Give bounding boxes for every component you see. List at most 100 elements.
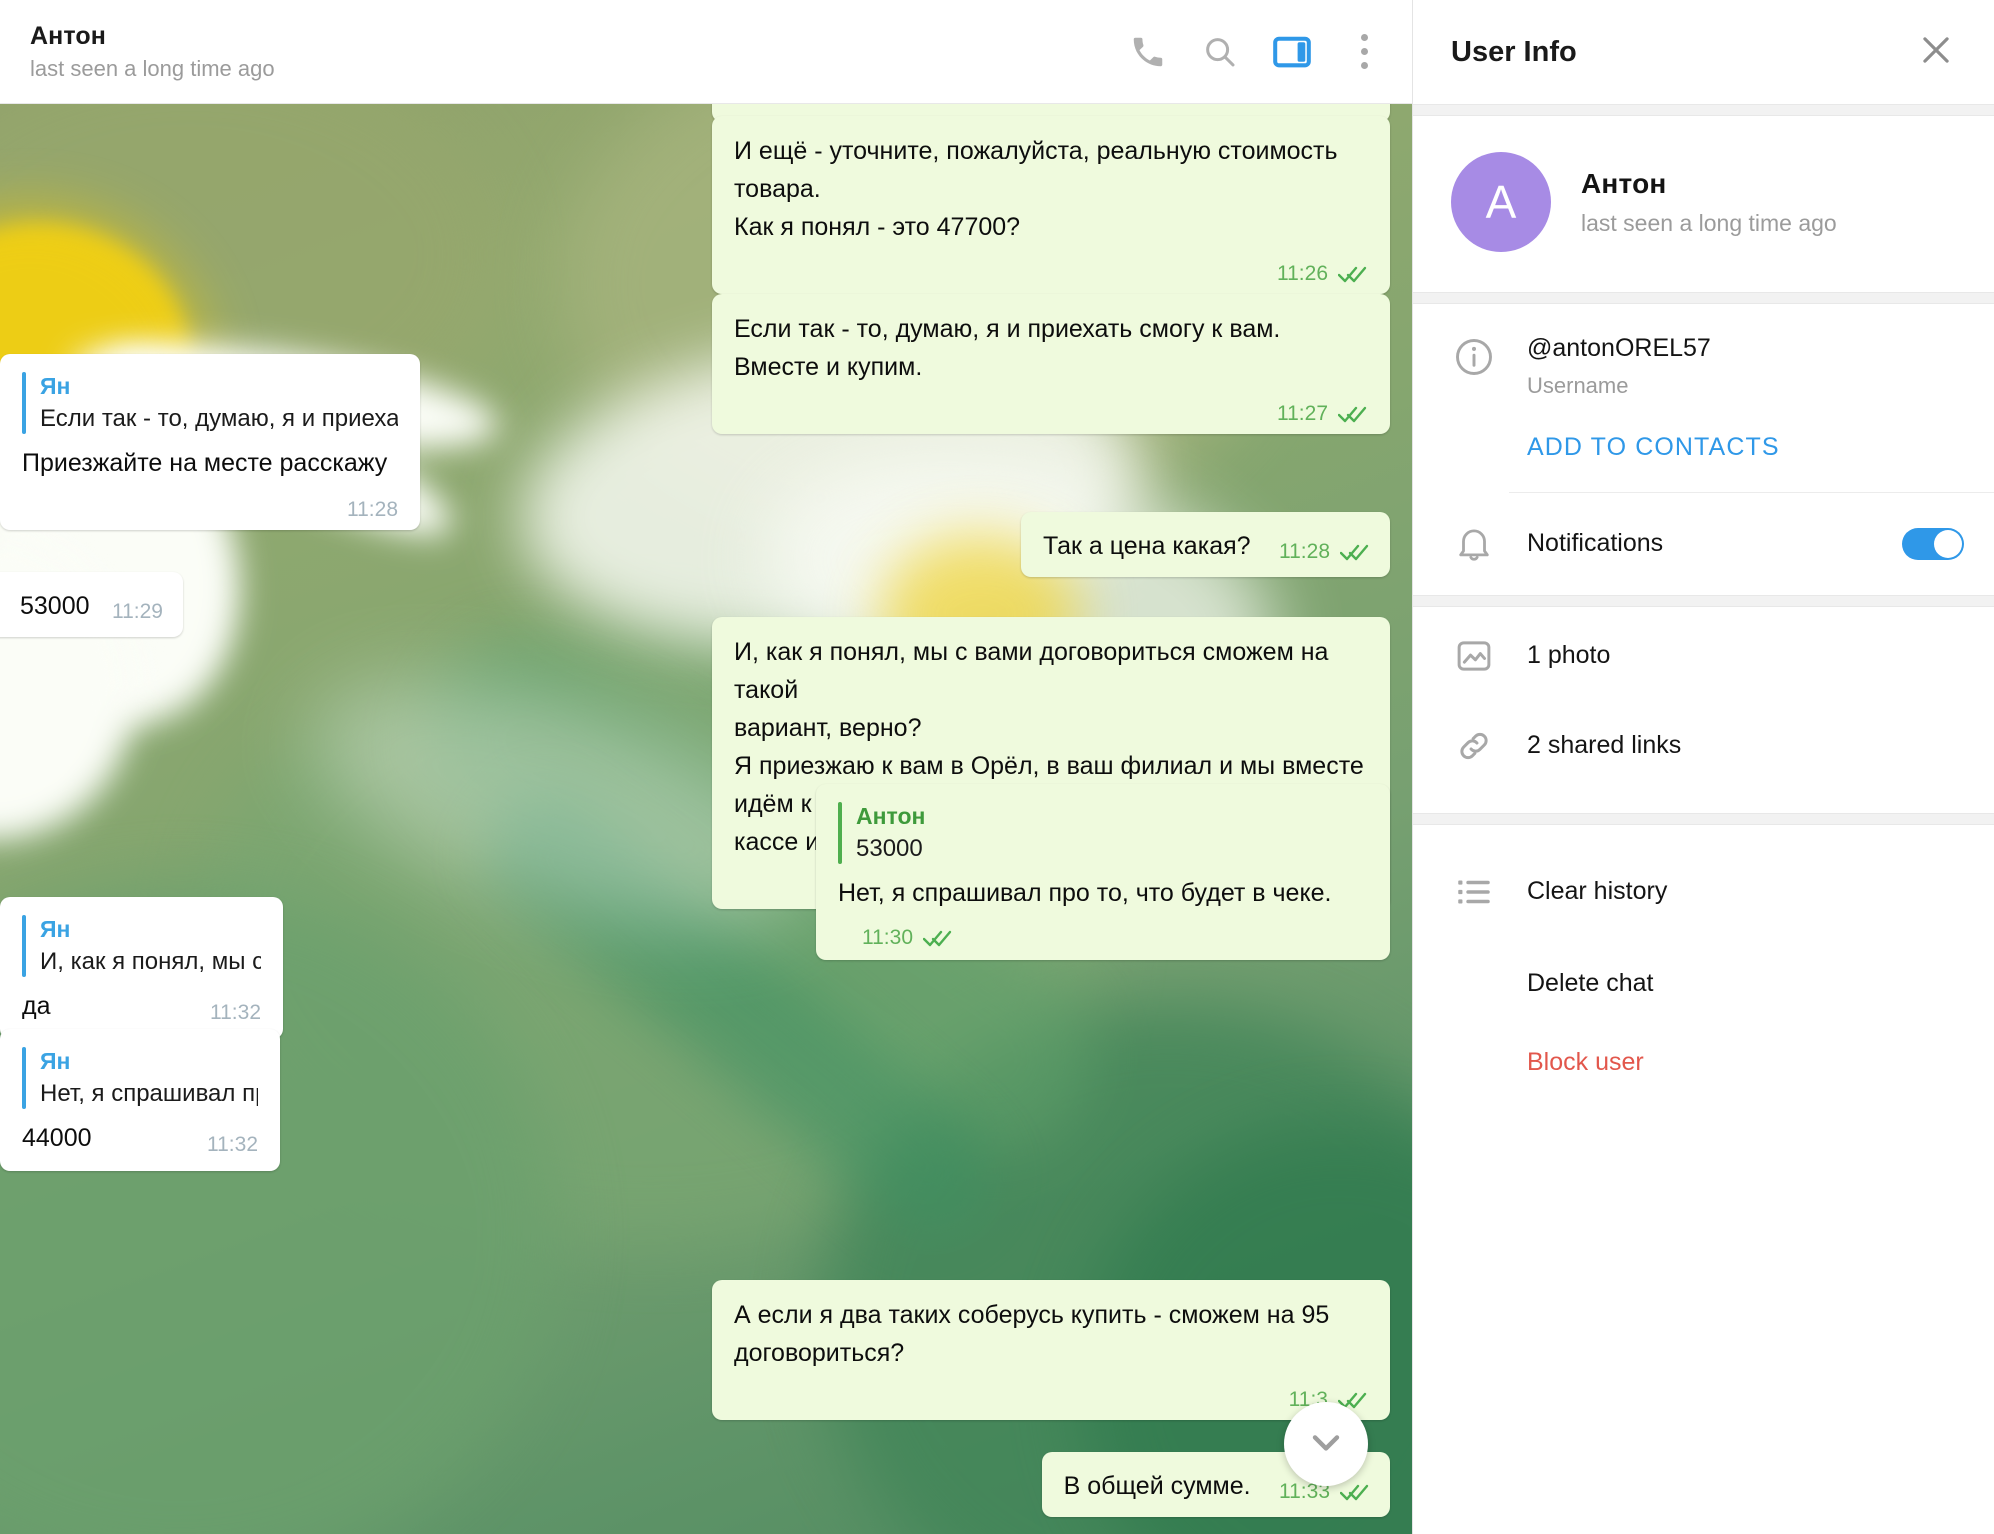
message-bubble-incoming[interactable]: Ян И, как я понял, мы с ... да 11:32 <box>0 897 283 1039</box>
chat-header-actions <box>1120 24 1392 80</box>
message-text: 53000 <box>20 592 90 620</box>
delete-chat-label: Delete chat <box>1527 968 1654 997</box>
reply-text: И, как я понял, мы с ... <box>40 948 261 975</box>
username-section: @antonOREL57 Username ADD TO CONTACTS <box>1413 304 1994 492</box>
message-meta: 11:26 <box>1277 262 1368 286</box>
reply-author: Ян <box>40 916 71 942</box>
message-time: 11:32 <box>207 1133 258 1156</box>
chat-body: И ещё - уточните, пожалуйста, реальную с… <box>0 104 1412 1534</box>
read-receipt-double-check-icon <box>1338 264 1368 284</box>
message-text: Так а цена какая? <box>1042 532 1251 560</box>
reply-text: 53000 <box>856 835 923 862</box>
notifications-row[interactable]: Notifications <box>1413 493 1994 595</box>
profile-text: Антон last seen a long time ago <box>1581 168 1837 237</box>
close-user-info-button[interactable] <box>1908 24 1964 80</box>
message-bubble-incoming[interactable]: Ян Нет, я спрашивал пр... 44000 11:32 <box>0 1029 280 1171</box>
scroll-to-bottom-button[interactable] <box>1284 1402 1368 1486</box>
user-info-title: User Info <box>1451 35 1577 68</box>
link-icon <box>1451 723 1497 769</box>
toggle-knob <box>1934 529 1962 558</box>
more-menu-icon <box>1360 34 1368 69</box>
message-time: 11:26 <box>1277 262 1328 285</box>
bell-icon <box>1451 521 1497 567</box>
reply-quote[interactable]: Антон 53000 <box>838 800 1368 866</box>
phone-icon <box>1129 33 1167 71</box>
clear-history-label: Clear history <box>1527 877 1668 906</box>
chat-header-titles[interactable]: Антон last seen a long time ago <box>30 22 1120 82</box>
chat-header: Антон last seen a long time ago <box>0 0 1412 104</box>
shared-links-row[interactable]: 2 shared links <box>1413 701 1994 791</box>
profile-summary[interactable]: A Антон last seen a long time ago <box>1413 116 1994 292</box>
chevron-down-icon <box>1304 1420 1348 1469</box>
panel-divider <box>1413 292 1994 304</box>
message-bubble-incoming[interactable]: Ян Если так - то, думаю, я и приехать ..… <box>0 354 420 530</box>
call-button[interactable] <box>1120 24 1176 80</box>
profile-status: last seen a long time ago <box>1581 209 1837 236</box>
shared-photos-row[interactable]: 1 photo <box>1413 611 1994 701</box>
search-icon <box>1201 33 1239 71</box>
clear-history-row[interactable]: Clear history <box>1413 847 1994 937</box>
shared-media-section: 1 photo 2 shared links <box>1413 607 1994 791</box>
message-list: И ещё - уточните, пожалуйста, реальную с… <box>0 104 1412 1534</box>
username-row[interactable]: @antonOREL57 Username <box>1413 308 1994 409</box>
chat-actions-section: Clear history Delete chat Block user <box>1413 825 1994 1099</box>
reply-author: Антон <box>856 803 926 829</box>
delete-chat-row[interactable]: Delete chat <box>1413 937 1994 1030</box>
message-text: А если я два таких соберусь купить - смо… <box>734 1301 1330 1367</box>
panel-divider <box>1413 104 1994 116</box>
user-info-header: User Info <box>1413 0 1994 104</box>
message-bubble-outgoing[interactable]: А если я два таких соберусь купить - смо… <box>712 1280 1390 1420</box>
read-receipt-double-check-icon <box>1340 542 1370 562</box>
close-icon <box>1917 31 1955 74</box>
reply-text: Если так - то, думаю, я и приехать ... <box>40 405 398 432</box>
notifications-toggle[interactable] <box>1902 527 1964 560</box>
shared-links-label: 2 shared links <box>1527 731 1682 760</box>
message-bubble-outgoing[interactable]: Так а цена какая? 11:28 <box>1020 512 1390 577</box>
chat-status: last seen a long time ago <box>30 56 275 82</box>
read-receipt-double-check-icon <box>1340 1482 1370 1502</box>
message-time: 11:28 <box>1279 540 1330 563</box>
message-meta: 11:32 <box>207 1133 258 1157</box>
message-text: В общей сумме. <box>1063 1472 1251 1500</box>
search-button[interactable] <box>1192 24 1248 80</box>
add-to-contacts-button[interactable]: ADD TO CONTACTS <box>1413 409 1994 492</box>
info-panel-toggle-button[interactable] <box>1264 24 1320 80</box>
reply-author: Ян <box>40 373 71 399</box>
list-icon <box>1451 869 1497 915</box>
info-panel-toggle-icon <box>1271 31 1313 73</box>
block-user-label: Block user <box>1527 1047 1644 1076</box>
message-row: Ян Если так - то, думаю, я и приехать ..… <box>0 354 1390 530</box>
info-circle-icon <box>1451 334 1497 380</box>
reply-quote[interactable]: Ян И, как я понял, мы с ... <box>22 913 261 979</box>
more-menu-button[interactable] <box>1336 24 1392 80</box>
message-meta: 11:32 <box>210 1001 261 1025</box>
panel-divider <box>1413 594 1994 607</box>
message-time: 11:32 <box>210 1001 261 1024</box>
message-row: И ещё - уточните, пожалуйста, реальную с… <box>22 116 1390 294</box>
username-value: @antonOREL57 <box>1527 334 1711 362</box>
message-row: А если я два таких соберусь купить - смо… <box>22 1280 1390 1420</box>
message-text: И ещё - уточните, пожалуйста, реальную с… <box>734 137 1338 241</box>
notifications-label: Notifications <box>1527 529 1664 558</box>
message-bubble-outgoing[interactable]: И ещё - уточните, пожалуйста, реальную с… <box>712 116 1390 294</box>
message-text: да <box>22 992 51 1020</box>
panel-divider <box>1413 812 1994 825</box>
reply-quote[interactable]: Ян Если так - то, думаю, я и приехать ..… <box>22 370 398 436</box>
user-info-panel: User Info A Антон last seen a long time … <box>1412 0 1994 1534</box>
reply-author: Ян <box>40 1048 71 1074</box>
username-label: Username <box>1527 372 1629 398</box>
shared-photos-label: 1 photo <box>1527 641 1611 670</box>
username-content: @antonOREL57 Username <box>1527 334 1964 399</box>
photo-icon <box>1451 633 1497 679</box>
avatar: A <box>1451 152 1551 252</box>
message-meta: 11:28 <box>1279 540 1370 564</box>
chat-title: Антон <box>30 21 106 50</box>
message-row: Ян Нет, я спрашивал пр... 44000 11:32 <box>0 1029 1390 1171</box>
message-row: Ян И, как я понял, мы с ... да 11:32 <box>0 897 1390 1039</box>
message-row: Так а цена какая? 11:28 <box>22 512 1390 577</box>
chat-column: Антон last seen a long time ago И ещё - … <box>0 0 1412 1534</box>
block-user-row[interactable]: Block user <box>1413 1030 1994 1099</box>
telegram-window: Антон last seen a long time ago И ещё - … <box>0 0 1994 1534</box>
reply-quote[interactable]: Ян Нет, я спрашивал пр... <box>22 1045 258 1111</box>
message-text: 44000 <box>22 1124 92 1152</box>
